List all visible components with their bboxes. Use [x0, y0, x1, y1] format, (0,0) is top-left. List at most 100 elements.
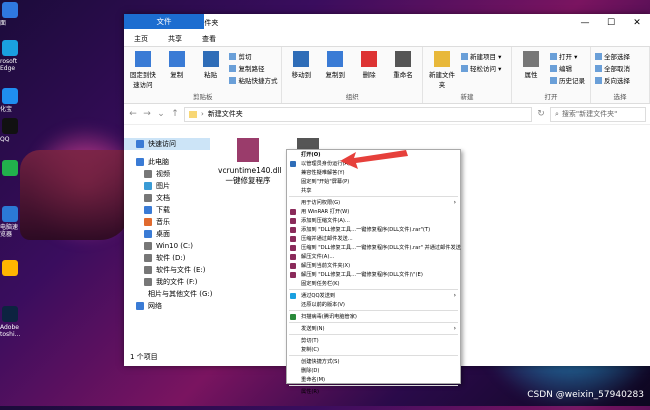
ribbon-small-button[interactable]: 轻松访问 ▾: [461, 63, 501, 73]
menu-item-label: 解压到 "DLL修复工具...一键修复程序(DLL文件)\"(E): [301, 272, 423, 278]
nav-item[interactable]: 桌面: [124, 228, 210, 240]
nav-item[interactable]: 视频: [124, 168, 210, 180]
desktop-icon[interactable]: 面: [0, 2, 22, 27]
nav-item[interactable]: 此电脑: [124, 156, 210, 168]
context-menu-item[interactable]: 固定到"开始"屏幕(P): [287, 177, 460, 186]
minimize-button[interactable]: —: [572, 14, 598, 32]
nav-item-label: 网络: [148, 302, 162, 310]
chevron-down-icon[interactable]: ⌄: [156, 109, 166, 119]
ribbon-small-button[interactable]: 粘贴快捷方式: [229, 75, 277, 85]
ribbon-small-button[interactable]: 打开 ▾: [550, 51, 585, 61]
desktop-icon[interactable]: rosoft Edge: [0, 40, 22, 72]
menu-item-label: 重命名(M): [301, 377, 326, 383]
ribbon-small-icon: [461, 52, 468, 60]
nav-item[interactable]: 软件与文件 (E:): [124, 264, 210, 276]
context-menu-item[interactable]: 复制(C): [287, 345, 460, 354]
context-menu-item[interactable]: 解压到 "DLL修复工具...一键修复程序(DLL文件)\"(E): [287, 270, 460, 279]
menu-item-label: 用于访问权限(G): [301, 200, 341, 206]
submenu-arrow-icon: ›: [453, 292, 456, 299]
nav-item[interactable]: 相片与其他文件 (G:): [124, 288, 212, 300]
file-item[interactable]: vcruntime140.dll 一键修复程序: [218, 138, 282, 186]
context-menu-item[interactable]: 属性(R): [287, 387, 460, 396]
ribbon-small-icon: [550, 64, 557, 72]
context-menu-item[interactable]: 用 WinRAR 打开(W): [287, 207, 460, 216]
nav-item[interactable]: 软件 (D:): [124, 252, 210, 264]
context-menu-item[interactable]: 共享: [287, 186, 460, 195]
nav-item-icon: [144, 194, 152, 202]
context-menu-item[interactable]: 压缩并通过邮件发送...: [287, 234, 460, 243]
context-menu-item[interactable]: 通过QQ发送到 ›: [287, 291, 460, 300]
context-menu-item[interactable]: 扫描病毒(腾讯电脑管家): [287, 312, 460, 321]
ribbon-small-button[interactable]: 全部取消: [595, 63, 630, 73]
nav-item[interactable]: 图片: [124, 180, 210, 192]
nav-item[interactable]: 快速访问: [124, 138, 210, 150]
context-menu-item[interactable]: 删除(D): [287, 366, 460, 375]
nav-item[interactable]: 我的文件 (F:): [124, 276, 210, 288]
menu-item-label: 固定到任务栏(K): [301, 281, 340, 287]
menu-item-label: 固定到"开始"屏幕(P): [301, 179, 350, 185]
desktop-icon[interactable]: [0, 260, 22, 278]
context-menu-item[interactable]: 压缩到 "DLL修复工具...一键修复程序(DLL文件).rar" 并通过邮件发…: [287, 243, 461, 252]
context-menu-item[interactable]: 创建快捷方式(S): [287, 357, 460, 366]
status-bar-text: 1 个项目: [130, 353, 158, 361]
back-arrow-icon[interactable]: ←: [128, 109, 138, 119]
menu-separator: [289, 334, 458, 335]
nav-item-label: 音乐: [156, 218, 170, 226]
ribbon-small-button[interactable]: 全部选择: [595, 51, 630, 61]
ribbon-small-button[interactable]: 新建项目 ▾: [461, 51, 501, 61]
tab-home[interactable]: 主页: [124, 32, 158, 46]
tab-share[interactable]: 共享: [158, 32, 192, 46]
context-menu-item[interactable]: 固定到任务栏(K): [287, 279, 460, 288]
context-menu-item[interactable]: 解压到当前文件夹(X): [287, 261, 460, 270]
folder-icon: [189, 110, 197, 118]
context-menu-item[interactable]: 剪切(T): [287, 336, 460, 345]
ribbon-small-label: 新建项目 ▾: [470, 53, 502, 61]
search-box[interactable]: ⌕ 搜索"新建文件夹": [550, 106, 646, 122]
ribbon-small-icon: [461, 64, 468, 72]
ribbon-small-label: 粘贴快捷方式: [238, 77, 278, 85]
desktop-icon[interactable]: [0, 160, 22, 178]
ribbon-small-icon: [595, 64, 602, 72]
close-button[interactable]: ✕: [624, 14, 650, 32]
forward-arrow-icon[interactable]: →: [142, 109, 152, 119]
nav-item[interactable]: Win10 (C:): [124, 240, 210, 252]
menu-item-label: 复制(C): [301, 347, 320, 353]
desktop-icon[interactable]: Adobe toshi...: [0, 306, 22, 338]
desktop-icon[interactable]: 化宝: [0, 88, 22, 113]
desktop-icon[interactable]: 电脑速览器: [0, 206, 22, 238]
ribbon-small-button[interactable]: 历史记录: [550, 75, 585, 85]
context-menu-item[interactable]: 解压文件(A)...: [287, 252, 460, 261]
context-menu-item[interactable]: 还原以前的版本(V): [287, 300, 460, 309]
nav-item[interactable]: 音乐: [124, 216, 210, 228]
maximize-button[interactable]: ☐: [598, 14, 624, 32]
address-bar[interactable]: › 新建文件夹: [184, 106, 532, 122]
ribbon-small-button[interactable]: 反向选择: [595, 75, 630, 85]
ribbon-group-label: 组织: [345, 93, 359, 101]
nav-item-label: 软件 (D:): [156, 254, 186, 262]
nav-item[interactable]: 下载: [124, 204, 210, 216]
nav-item-icon: [144, 170, 152, 178]
refresh-icon[interactable]: ↻: [536, 109, 546, 119]
desktop-icon[interactable]: QQ: [0, 118, 22, 143]
ribbon-small-button[interactable]: 剪切: [229, 51, 277, 61]
context-menu-item[interactable]: 添加到 "DLL修复工具...一键修复程序(DLL文件).rar"(T): [287, 225, 460, 234]
context-menu-item[interactable]: 重命名(M): [287, 375, 460, 384]
menu-item-label: 用 WinRAR 打开(W): [301, 209, 350, 215]
menu-item-label: 添加到压缩文件(A)...: [301, 218, 350, 224]
context-menu-item[interactable]: 添加到压缩文件(A)...: [287, 216, 460, 225]
ribbon-small-button[interactable]: 复制路径: [229, 63, 277, 73]
nav-item[interactable]: 网络: [124, 300, 210, 312]
tab-file[interactable]: 文件: [124, 14, 204, 29]
context-menu-item[interactable]: 用于访问权限(G) ›: [287, 198, 460, 207]
ribbon-small-icon: [550, 52, 557, 60]
tab-view[interactable]: 查看: [192, 32, 226, 46]
context-menu-item[interactable]: 发送到(N) ›: [287, 324, 460, 333]
ribbon-icon: [293, 51, 310, 67]
ribbon-small-button[interactable]: 编辑: [550, 63, 585, 73]
nav-item[interactable]: 文档: [124, 192, 210, 204]
ribbon-group: 移动到 复制到 删除 重命名 组织: [282, 47, 423, 103]
menu-item-icon: [290, 272, 296, 278]
nav-item-label: Win10 (C:): [156, 242, 193, 250]
nav-item-label: 快速访问: [148, 140, 176, 148]
up-arrow-icon[interactable]: ↑: [170, 109, 180, 119]
